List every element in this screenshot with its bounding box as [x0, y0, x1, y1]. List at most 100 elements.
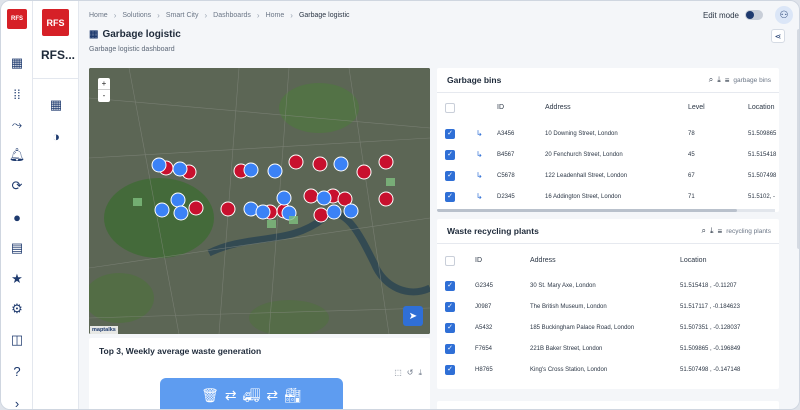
- filter-icon[interactable]: ≡: [725, 76, 730, 85]
- cell-id: G2345: [475, 283, 494, 289]
- horizontal-scrollbar[interactable]: [437, 209, 775, 212]
- breadcrumb-home-2[interactable]: Home: [266, 12, 285, 19]
- table-row[interactable]: ✓ G2345 30 St. Mary Axe, London 51.51541…: [437, 276, 779, 297]
- divider: [33, 78, 79, 79]
- park-area: [104, 178, 214, 258]
- cell-id: F7654: [475, 346, 493, 352]
- search-icon[interactable]: ⌕: [709, 75, 713, 85]
- chevron-right-icon: ›: [290, 11, 293, 20]
- edit-mode-label: Edit mode: [702, 10, 739, 20]
- download-icon[interactable]: ⤓: [710, 226, 714, 236]
- breadcrumb-dashboards[interactable]: Dashboards: [213, 12, 251, 19]
- reset-icon[interactable]: ↺: [407, 368, 414, 378]
- cell-location: 51.517117 , -0.184623: [680, 304, 740, 310]
- row-checkbox[interactable]: ✓: [445, 281, 455, 291]
- table-row[interactable]: ✓ ↳ C5678 122 Leadenhall Street, London …: [437, 166, 779, 187]
- folder-star-icon[interactable]: ★: [9, 271, 25, 287]
- filter-icon[interactable]: ≡: [718, 227, 723, 236]
- navigation-arrow-icon[interactable]: ➤: [403, 306, 423, 326]
- breadcrumb-smart-city[interactable]: Smart City: [166, 12, 199, 19]
- zoom-control: + -: [98, 78, 110, 102]
- edit-mode-toggle[interactable]: [745, 10, 763, 20]
- account-icon[interactable]: ●: [9, 209, 25, 225]
- filter-label[interactable]: garbage bins: [733, 77, 771, 84]
- recycling-plants-tools: ⌕ ⤓ ≡ recycling plants: [701, 226, 771, 236]
- column-header[interactable]: Location: [680, 257, 706, 264]
- table-row[interactable]: ✓ A5432 185 Buckingham Palace Road, Lond…: [437, 318, 779, 339]
- garbage-bins-tools: ⌕ ⤓ ≡ garbage bins: [709, 75, 771, 85]
- breadcrumb-solutions[interactable]: Solutions: [122, 12, 151, 19]
- expand-icon[interactable]: ›: [9, 395, 25, 410]
- cell-location: 51.509865 , -0.196849: [680, 346, 741, 352]
- column-header[interactable]: Address: [530, 257, 556, 264]
- swap-arrows-icon: ⇄: [224, 387, 237, 403]
- row-checkbox[interactable]: ✓: [445, 192, 455, 202]
- column-header[interactable]: ID: [475, 257, 482, 264]
- trend-icon[interactable]: ⤳: [9, 117, 25, 133]
- table-row[interactable]: ✓ ↳ A3456 10 Downing Street, London 78 5…: [437, 124, 779, 145]
- zoom-in-button[interactable]: +: [98, 78, 110, 90]
- business-icon[interactable]: ▤: [9, 240, 25, 256]
- search-icon[interactable]: ⌕: [701, 226, 705, 236]
- cell-location: 51.509865: [748, 131, 777, 137]
- cell-location: 51.515418 , -0.11207: [680, 283, 737, 289]
- weekly-waste-card: Top 3, Weekly average waste generation ⬚…: [89, 338, 430, 409]
- row-checkbox[interactable]: ✓: [445, 365, 455, 375]
- crop-icon[interactable]: ⬚: [394, 368, 402, 378]
- column-header[interactable]: Location: [748, 104, 774, 111]
- row-checkbox[interactable]: ✓: [445, 302, 455, 312]
- contrast-icon[interactable]: ◑: [48, 128, 64, 144]
- cell-level: 45: [688, 152, 695, 158]
- dashboard-grid-icon[interactable]: ▦: [9, 55, 25, 71]
- cell-address: 10 Downing Street, London: [545, 131, 618, 137]
- download-icon[interactable]: ⤓: [418, 368, 422, 378]
- zoom-out-button[interactable]: -: [98, 90, 110, 102]
- row-checkbox[interactable]: ✓: [445, 150, 455, 160]
- download-icon[interactable]: ⤓: [717, 75, 721, 85]
- table-row[interactable]: ✓ ↳ D2345 16 Addington Street, London 71…: [437, 187, 779, 208]
- table-row[interactable]: ✓ J0987 The British Museum, London 51.51…: [437, 297, 779, 318]
- table-row[interactable]: ✓ ↳ B4567 20 Fenchurch Street, London 45…: [437, 145, 779, 166]
- apps-icon[interactable]: ⁞⁞: [9, 86, 25, 102]
- map-widget[interactable]: + - maptalks ➤: [89, 68, 430, 334]
- sync-icon[interactable]: ⟳: [9, 178, 25, 194]
- cell-id: C5678: [497, 173, 515, 179]
- rfs-logo[interactable]: RFS: [7, 9, 27, 29]
- column-header[interactable]: Level: [688, 104, 705, 111]
- breadcrumb-current: Garbage logistic: [298, 12, 350, 19]
- row-checkbox[interactable]: ✓: [445, 171, 455, 181]
- breadcrumb-home[interactable]: Home: [89, 12, 108, 19]
- chevron-right-icon: ›: [113, 11, 117, 20]
- app-window: RFS ▦ ⁞⁞ ⤳ 🔔︎ ⟳ ● ▤ ★ ⚙ ◫ ? › RFS RFS...…: [0, 0, 800, 410]
- select-all-checkbox[interactable]: [445, 256, 455, 266]
- user-avatar-icon[interactable]: ⚇: [775, 6, 793, 24]
- scrollbar-thumb[interactable]: [437, 209, 737, 212]
- chevron-right-icon: ›: [204, 11, 208, 20]
- table-row[interactable]: ✓ H8765 King's Cross Station, London 51.…: [437, 360, 779, 381]
- map-attribution[interactable]: maptalks: [90, 326, 118, 334]
- select-all-checkbox[interactable]: [445, 103, 455, 113]
- cell-location: 51.5102, -: [748, 194, 776, 200]
- table-header-row: ID Address Location: [437, 251, 779, 272]
- park-area: [279, 83, 359, 133]
- row-checkbox[interactable]: ✓: [445, 129, 455, 139]
- alarm-icon[interactable]: 🔔︎: [9, 147, 26, 163]
- satellite-map[interactable]: [89, 68, 430, 334]
- cell-id: A3456: [497, 131, 515, 137]
- column-header[interactable]: ID: [497, 104, 504, 111]
- filter-label[interactable]: recycling plants: [726, 228, 771, 235]
- truck-icon: 🚚︎: [242, 387, 261, 403]
- row-checkbox[interactable]: ✓: [445, 344, 455, 354]
- share-icon[interactable]: ⋖: [771, 29, 785, 43]
- next-card-partial: [437, 401, 779, 409]
- table-row[interactable]: ✓ F7654 221B Baker Street, London 51.509…: [437, 339, 779, 360]
- card-tools: ⬚ ↺ ⤓: [394, 368, 422, 378]
- subdirectory-arrow-icon: ↳: [476, 171, 483, 180]
- widgets-icon[interactable]: ◫: [9, 332, 25, 348]
- cell-id: B4567: [497, 152, 515, 158]
- help-icon[interactable]: ?: [9, 363, 25, 379]
- dashboard-icon[interactable]: ▦: [48, 97, 64, 113]
- column-header[interactable]: Address: [545, 104, 571, 111]
- row-checkbox[interactable]: ✓: [445, 323, 455, 333]
- settings-icon[interactable]: ⚙: [9, 301, 25, 317]
